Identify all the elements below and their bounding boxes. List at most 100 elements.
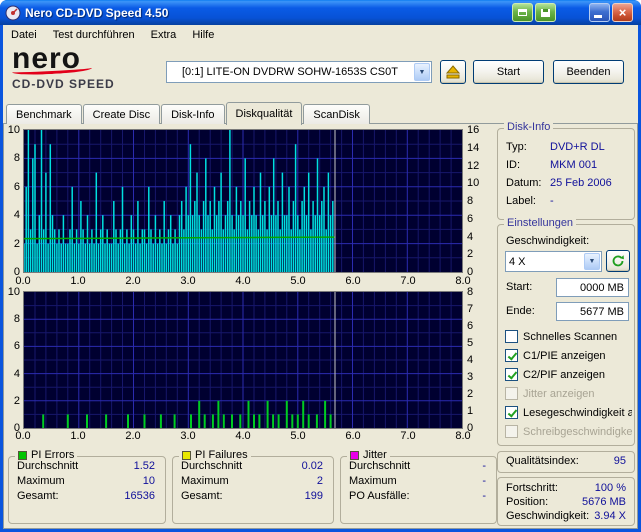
stat-label: Gesamt: — [181, 490, 223, 502]
start-position-input[interactable]: 0000 MB — [556, 278, 629, 297]
floppy-icon — [541, 8, 550, 17]
checkbox-write-speed[interactable]: Schreibgeschwindigkei — [505, 424, 632, 439]
title-bar: Nero CD-DVD Speed 4.50 × — [0, 0, 641, 25]
info-value: - — [550, 195, 554, 207]
start-position-value: 0000 MB — [579, 281, 624, 294]
checkbox-icon — [505, 368, 518, 381]
stat-value: 16536 — [124, 490, 155, 502]
checkbox-icon — [505, 406, 518, 419]
stat-value: - — [482, 460, 486, 472]
stat-value: - — [482, 490, 486, 502]
info-value: 25 Feb 2006 — [550, 177, 612, 189]
pie-chart-plot — [23, 129, 463, 273]
checkbox-read-speed[interactable]: Lesegeschwindigkeit a — [505, 405, 632, 420]
speed-select-value: 4 X — [509, 255, 526, 268]
stat-label: Maximum — [181, 475, 229, 487]
checkbox-label: C1/PIE anzeigen — [523, 349, 606, 362]
chevron-down-icon[interactable]: ▼ — [584, 253, 600, 270]
speed-label: Geschwindigkeit: — [506, 235, 590, 247]
end-position-input[interactable]: 5677 MB — [556, 302, 629, 321]
minimize-icon — [594, 15, 602, 18]
minimize-button[interactable] — [589, 3, 610, 22]
group-title: Jitter — [363, 449, 387, 461]
end-position-value: 5677 MB — [579, 305, 624, 318]
checkbox-label: Jitter anzeigen — [523, 387, 595, 400]
close-button[interactable]: × — [612, 3, 633, 22]
stat-value: 10 — [142, 475, 155, 487]
stat-label: Maximum — [349, 475, 397, 487]
checkbox-c1-pie[interactable]: C1/PIE anzeigen — [505, 348, 632, 363]
pie-right-axis-labels: 16 14 12 10 8 6 4 2 0 — [467, 124, 480, 278]
status-label: Fortschritt: — [506, 482, 558, 494]
drive-select-value: [0:1] LITE-ON DVDRW SOHW-1653S CS0T — [182, 66, 398, 78]
tab-benchmark[interactable]: Benchmark — [6, 104, 82, 124]
eject-icon — [445, 65, 461, 79]
tab-diskqualitaet[interactable]: Diskqualität — [225, 102, 303, 125]
titlebar-extra-button-1[interactable] — [512, 3, 533, 22]
stat-label: PO Ausfälle: — [349, 490, 410, 502]
status-label: Geschwindigkeit: — [506, 510, 590, 522]
stat-value: 199 — [304, 490, 323, 502]
checkbox-label: Lesegeschwindigkeit a — [523, 406, 632, 419]
menu-bar: Datei Test durchführen Extra Hilfe — [3, 25, 638, 44]
tab-disk-info[interactable]: Disk-Info — [161, 104, 225, 124]
checkbox-fast-scan[interactable]: Schnelles Scannen — [505, 329, 632, 344]
status-label: Position: — [506, 496, 549, 508]
checkbox-icon — [505, 349, 518, 362]
stat-label: Durchschnitt — [349, 460, 411, 472]
group-title: Disk-Info — [507, 121, 551, 133]
checkbox-label: Schreibgeschwindigkei — [523, 425, 632, 438]
menu-extra[interactable]: Extra — [143, 25, 185, 44]
tab-strip: Benchmark Create Disc Disk-Info Diskqual… — [6, 101, 371, 125]
pi-errors-color-chip — [18, 450, 27, 460]
speed-select[interactable]: 4 X ▼ — [505, 251, 602, 272]
checkbox-icon — [505, 425, 518, 438]
status-value: 5676 MB — [581, 496, 626, 508]
menu-hilfe[interactable]: Hilfe — [184, 25, 222, 44]
titlebar-extra-button-2[interactable] — [535, 3, 556, 22]
tab-scandisk[interactable]: ScanDisk — [303, 104, 370, 124]
start-button[interactable]: Start — [473, 60, 544, 84]
pi-failures-color-chip — [182, 450, 191, 460]
start-position-label: Start: — [506, 281, 533, 293]
nero-logo: nero CD-DVD SPEED — [11, 44, 162, 91]
checkbox-c2-pif[interactable]: C2/PIF anzeigen — [505, 367, 632, 382]
disk-info-group: Disk-Info Typ: DVD+R DL ID: MKM 001 Datum:… — [497, 121, 635, 220]
quit-button[interactable]: Beenden — [553, 60, 624, 84]
checkbox-label: Schnelles Scannen — [523, 330, 618, 343]
refresh-speed-button[interactable] — [606, 250, 630, 272]
stat-value: 1.52 — [133, 460, 155, 472]
status-box: Fortschritt: 100 % Position: 5676 MB Gesch… — [497, 477, 635, 526]
pie-x-axis-labels: 0.0 1.0 2.0 3.0 4.0 5.0 6.0 7.0 8.0 — [15, 275, 471, 287]
info-value: DVD+R DL — [550, 141, 605, 153]
info-label: Typ: — [506, 141, 527, 153]
checkbox-jitter[interactable]: Jitter anzeigen — [505, 386, 632, 401]
info-label: Datum: — [506, 177, 542, 189]
group-title: Einstellungen — [507, 217, 574, 229]
jitter-box: Jitter Durchschnitt - Maximum - PO Ausfäll… — [340, 449, 497, 524]
cd-dvd-speed-logo-text: CD-DVD SPEED — [12, 77, 115, 91]
group-title: PI Failures — [195, 449, 248, 461]
app-icon — [5, 5, 21, 21]
stat-value: 0.02 — [301, 460, 323, 472]
chevron-down-icon[interactable]: ▼ — [414, 63, 430, 81]
drive-select[interactable]: [0:1] LITE-ON DVDRW SOHW-1653S CS0T ▼ — [166, 61, 432, 83]
window-title: Nero CD-DVD Speed 4.50 — [25, 5, 169, 20]
close-icon: × — [618, 5, 627, 20]
info-label: ID: — [506, 159, 521, 171]
eject-button[interactable] — [440, 60, 466, 84]
quality-index-box: Qualitätsindex: 95 — [497, 451, 635, 473]
pi-errors-box: PI Errors Durchschnitt 1.52 Maximum 10 Ges… — [8, 449, 166, 524]
quality-index-label: Qualitätsindex: — [506, 455, 579, 467]
pi-failures-box: PI Failures Durchschnitt 0.02 Maximum 2 Ge… — [172, 449, 334, 524]
stat-label: Gesamt: — [17, 490, 59, 502]
checkbox-label: C2/PIF anzeigen — [523, 368, 605, 381]
stat-label: Durchschnitt — [17, 460, 79, 472]
tab-create-disc[interactable]: Create Disc — [82, 104, 161, 124]
group-title: PI Errors — [31, 449, 75, 461]
pif-right-axis-labels: 876543210 — [467, 286, 474, 434]
status-value: 3.94 X — [594, 510, 626, 522]
end-position-label: Ende: — [506, 305, 535, 317]
pif-x-axis-labels: 0.0 1.0 2.0 3.0 4.0 5.0 6.0 7.0 8.0 — [15, 430, 471, 442]
stat-label: Durchschnitt — [181, 460, 243, 472]
